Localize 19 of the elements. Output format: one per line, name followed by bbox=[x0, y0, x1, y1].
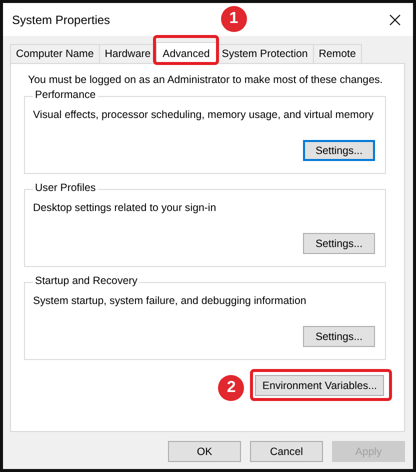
tab[interactable]: Computer Name bbox=[10, 44, 100, 63]
tab[interactable]: Remote bbox=[312, 44, 362, 63]
window-title: System Properties bbox=[12, 12, 110, 26]
group-title: User Profiles bbox=[33, 182, 98, 194]
environment-variables-button[interactable]: Environment Variables... bbox=[255, 375, 384, 396]
notice-text: You must be logged on as an Administrator to make most of these changes. bbox=[28, 74, 384, 86]
group-description: Desktop settings related to your sign-in bbox=[33, 202, 218, 214]
step-badge: 2 bbox=[218, 375, 244, 401]
settings-button[interactable]: Settings... bbox=[303, 140, 375, 161]
highlight-frame bbox=[152, 35, 219, 65]
dialog-button[interactable]: OK bbox=[168, 441, 241, 462]
dialog-button[interactable]: Cancel bbox=[250, 441, 323, 462]
group-description: System startup, system failure, and debugging information bbox=[33, 295, 308, 307]
settings-button[interactable]: Settings... bbox=[303, 326, 375, 347]
group-title: Performance bbox=[33, 89, 98, 101]
group-title: Startup and Recovery bbox=[33, 275, 140, 287]
settings-button[interactable]: Settings... bbox=[303, 233, 375, 254]
group-description: Visual effects, processor scheduling, memory usage, and virtual memory bbox=[33, 109, 375, 121]
close-icon[interactable] bbox=[389, 14, 401, 26]
